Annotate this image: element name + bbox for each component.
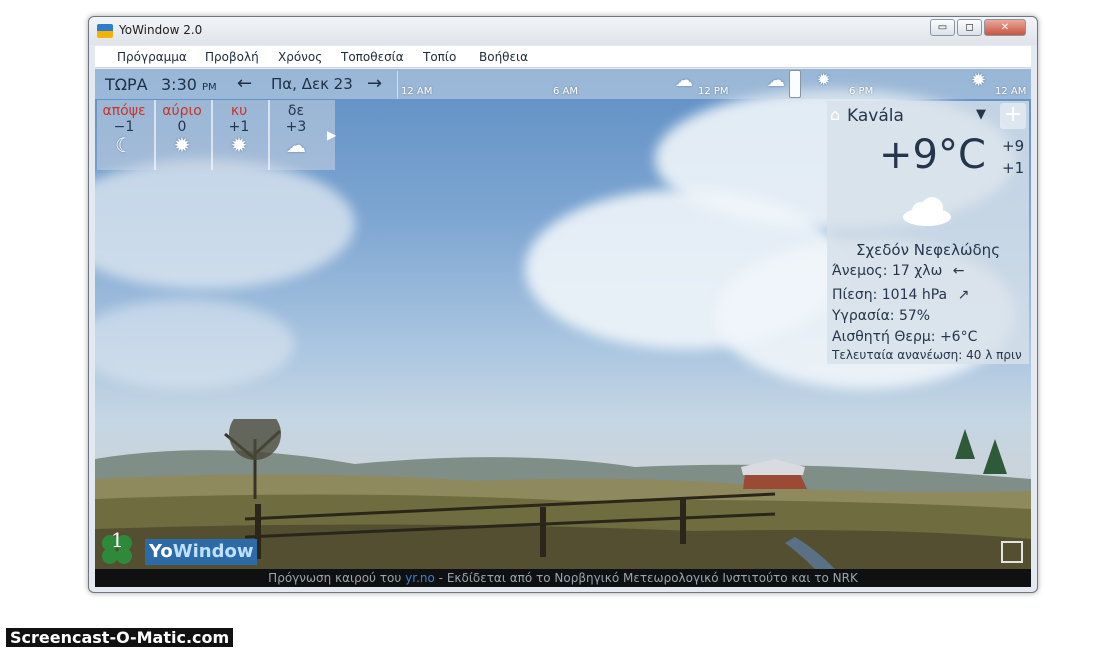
notification-count: 1 [111, 528, 124, 552]
tick-label-12am-next: 12 AM [995, 86, 1027, 97]
humidity-row: Υγρασία: 57% [832, 308, 930, 324]
footer-suffix: - Εκδίδεται από το Νορβηγικό Μετεωρολογι… [438, 571, 858, 585]
weather-info-panel: ⌂ Kavála ▼ + +9°C +9 +1 Σχεδόν Νεφελώδης… [827, 101, 1029, 364]
title-bar: YoWindow 2.0 ▭ ◻ ✕ [89, 17, 1037, 45]
pressure-label: Πίεση: [832, 287, 878, 303]
humidity-label: Υγρασία: [832, 308, 895, 324]
forecast-day[interactable]: δε +3 ☁ [268, 100, 322, 170]
forecast-day-label: δε [287, 103, 305, 119]
updated-row: Τελευταία ανανέωση: 40 λ πριν [832, 348, 1022, 362]
tick-label-12pm: 12 PM [698, 86, 729, 97]
updated-label: Τελευταία ανανέωση: [832, 348, 963, 362]
cloud-icon [903, 197, 951, 226]
menu-program[interactable]: Πρόγραμμα [117, 50, 187, 64]
wind-value: 17 χλω [891, 263, 943, 279]
app-icon [97, 24, 113, 38]
sun-icon: ✹ [173, 133, 191, 157]
forecast-day[interactable]: απόψε −1 ☾ [97, 100, 151, 170]
time-ampm: PM [202, 82, 217, 93]
prev-day-arrow-icon[interactable]: ← [237, 73, 252, 94]
forecast-strip: απόψε −1 ☾ αύριο 0 ✹ κυ +1 ✹ δε +3 ☁ ▶ [97, 100, 336, 170]
feels-like-row: Αισθητή Θερμ: +6°C [832, 329, 977, 345]
app-window: YoWindow 2.0 ▭ ◻ ✕ Πρόγραμμα Προβολή Χρό… [88, 16, 1038, 593]
menu-view[interactable]: Προβολή [205, 50, 259, 64]
window-title: YoWindow 2.0 [119, 23, 203, 37]
condition-text: Σχεδόν Νεφελώδης [855, 241, 1000, 259]
fullscreen-icon[interactable] [1001, 541, 1023, 563]
sun-icon: ✹ [971, 70, 987, 91]
now-button[interactable]: ΤΩΡΑ [105, 75, 148, 94]
forecast-day[interactable]: κυ +1 ✹ [211, 100, 265, 170]
yr-link[interactable]: yr.no [405, 571, 435, 585]
menu-landscape[interactable]: Τοπίο [423, 50, 456, 64]
rain-cloud-icon: ☁ [675, 70, 693, 91]
date-label: Πα, Δεκ 23 [271, 75, 353, 93]
tick-label-6am: 6 AM [553, 86, 579, 97]
time-value: 3:30 [161, 75, 197, 94]
city-name[interactable]: Kavála [847, 106, 904, 126]
tick-label-12am: 12 AM [401, 86, 433, 97]
sun-icon: ✹ [230, 133, 248, 157]
add-location-button[interactable]: + [1000, 103, 1026, 129]
forecast-day-label: κυ [230, 103, 248, 119]
home-icon[interactable]: ⌂ [830, 105, 840, 124]
menu-help[interactable]: Βοήθεια [479, 50, 528, 64]
current-temperature: +9°C [879, 132, 986, 178]
updated-value: 40 λ πριν [966, 348, 1022, 362]
time-tick [397, 71, 398, 99]
pressure-row: Πίεση: 1014 hPa ↗ [832, 287, 969, 303]
watermark: Screencast-O-Matic.com [6, 628, 234, 647]
logo-window: Window [172, 541, 254, 562]
footer-prefix: Πρόγνωση καιρού του [268, 571, 402, 585]
wind-direction-icon: ← [952, 263, 965, 279]
wind-row: Άνεμος: 17 χλω ← [832, 263, 965, 279]
menu-bar: Πρόγραμμα Προβολή Χρόνος Τοποθεσία Τοπίο… [95, 46, 1031, 68]
yowindow-logo[interactable]: YoWindow [145, 539, 258, 565]
close-button[interactable]: ✕ [984, 19, 1026, 36]
time-slider-handle[interactable] [789, 70, 801, 98]
cloud-icon: ☁ [286, 133, 306, 157]
moon-icon: ☾ [115, 133, 133, 157]
next-day-arrow-icon[interactable]: → [367, 73, 382, 94]
cloud-icon: ☁ [767, 70, 785, 91]
pressure-trend-icon: ↗ [957, 287, 970, 303]
wind-label: Άνεμος: [832, 263, 888, 279]
feels-like-label: Αισθητή Θερμ: [832, 329, 936, 345]
time-bar: ΤΩΡΑ 3:30 PM ← Πα, Δεκ 23 → 12 AM 6 AM 1… [95, 69, 1031, 99]
chevron-down-icon[interactable]: ▼ [976, 107, 986, 122]
forecast-day-label: απόψε [102, 103, 146, 119]
logo-yo: Yo [149, 541, 173, 562]
menu-time[interactable]: Χρόνος [278, 50, 322, 64]
high-temperature: +9 [1002, 137, 1025, 155]
forecast-more-arrow-icon[interactable]: ▶ [327, 128, 336, 142]
feels-like-value: +6°C [939, 329, 978, 345]
credits-footer: Πρόγνωση καιρού του yr.no - Εκδίδεται απ… [95, 569, 1031, 587]
menu-location[interactable]: Τοποθεσία [341, 50, 404, 64]
tick-label-6pm: 6 PM [849, 86, 874, 97]
minimize-button[interactable]: ▭ [930, 19, 955, 36]
pressure-value: 1014 hPa [881, 287, 948, 303]
sun-cloud-icon: ✹ [817, 70, 831, 89]
forecast-day[interactable]: αύριο 0 ✹ [154, 100, 208, 170]
maximize-button[interactable]: ◻ [957, 19, 982, 36]
low-temperature: +1 [1002, 159, 1025, 177]
humidity-value: 57% [898, 308, 931, 324]
current-time: 3:30 PM [161, 75, 217, 94]
forecast-day-label: αύριο [162, 103, 202, 119]
